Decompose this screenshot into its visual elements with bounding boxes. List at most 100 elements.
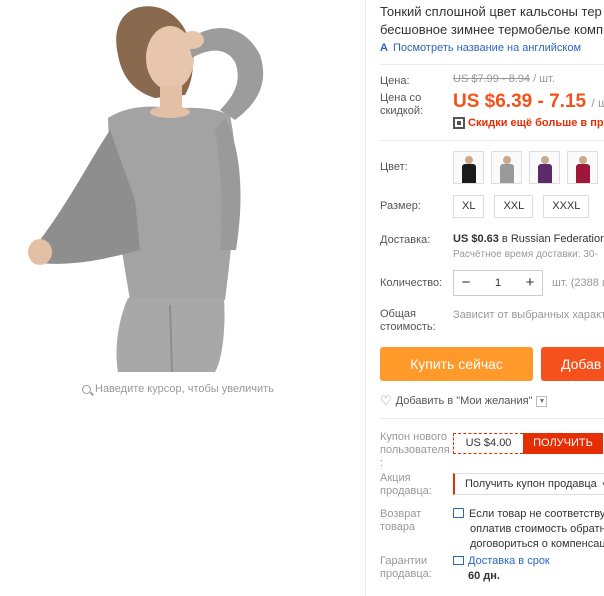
truck-icon — [453, 556, 464, 565]
returns-info: Если товар не соответствует оплатив стои… — [453, 507, 604, 552]
total-label: Общая стоимость: — [380, 308, 436, 334]
promo-label-line2: продавца: — [380, 485, 432, 497]
product-page: Наведите курсор, чтобы увеличить Тонкий … — [0, 0, 604, 596]
old-price: US $7.99 - 8.94 / шт. — [453, 73, 555, 85]
new-user-coupon: US $4.00 ПОЛУЧИТЬ — [453, 433, 603, 454]
product-info: Тонкий сплошной цвет кальсоны тер бесшов… — [380, 0, 604, 596]
chevron-down-icon[interactable]: ▼ — [536, 395, 548, 407]
size-options: XL XXL XXXL — [453, 195, 590, 218]
shipping-info: US $0.63 в Russian Federation — [453, 233, 604, 245]
color-swatch-gray[interactable] — [491, 151, 522, 184]
app-discount-text: Скидки ещё больше в прило — [468, 117, 604, 129]
shipping-price: US $0.63 — [453, 233, 499, 245]
heart-icon: ♡ — [380, 393, 392, 408]
delivery-guarantee-text: Доставка в срок — [468, 555, 550, 567]
quantity-increase-button[interactable]: + — [518, 271, 542, 295]
coupon-value: US $4.00 — [453, 433, 523, 454]
swatch-body — [576, 164, 590, 183]
magnifier-icon — [82, 384, 91, 394]
quantity-label: Количество: — [380, 277, 443, 289]
coupon-label-line3: : — [380, 457, 384, 469]
size-option-xxl[interactable]: XXL — [494, 195, 534, 218]
translate-link-text: Посмотреть название на английском — [392, 42, 582, 54]
color-label: Цвет: — [380, 161, 408, 173]
discount-price-label: Цена со скидкой: — [380, 92, 423, 118]
price-label: Цена: — [380, 75, 410, 87]
sale-price-value: US $6.39 - 7.15 — [453, 91, 587, 112]
color-swatches — [453, 151, 598, 184]
seller-coupon-select-text: Получить купон продавца — [465, 478, 597, 490]
coupon-label-line2: пользователя — [380, 444, 450, 456]
returns-line1-text: Если товар не соответствует — [469, 508, 604, 520]
quantity-input[interactable]: 1 — [478, 277, 518, 289]
app-discount-link[interactable]: Скидки ещё больше в прило — [453, 117, 604, 129]
sale-price: US $6.39 - 7.15 / шт — [453, 91, 604, 113]
buy-now-button[interactable]: Купить сейчас — [380, 347, 533, 381]
zoom-hint-text: Наведите курсор, чтобы увеличить — [95, 383, 274, 395]
guarantee-label: Гарантии продавца: — [380, 555, 432, 581]
qr-code-icon — [453, 117, 465, 129]
color-swatch-black[interactable] — [453, 151, 484, 184]
wishlist-text: Добавить в "Мои желания" — [395, 395, 533, 407]
seller-coupon-select[interactable]: Получить купон продавца▼ — [453, 473, 604, 495]
zoom-hint: Наведите курсор, чтобы увеличить — [82, 383, 274, 395]
guarantee-label-line2: продавца: — [380, 568, 432, 580]
guarantee-label-line1: Гарантии — [380, 555, 428, 567]
actions-separator — [380, 418, 604, 419]
old-price-value: US $7.99 - 8.94 — [453, 73, 531, 85]
translate-link[interactable]: A Посмотреть название на английском — [380, 42, 581, 54]
sale-price-unit: / шт — [591, 96, 604, 110]
product-title: Тонкий сплошной цвет кальсоны тер бесшов… — [380, 3, 604, 39]
old-price-unit: / шт. — [533, 73, 555, 85]
total-label-line1: Общая — [380, 308, 416, 320]
swatch-body — [500, 164, 514, 183]
swatch-body — [538, 164, 552, 183]
discount-price-label-line1: Цена со — [380, 92, 422, 104]
price-separator — [380, 140, 604, 141]
add-to-wishlist[interactable]: ♡ Добавить в "Мои желания" ▼ — [380, 393, 548, 409]
delivery-guarantee: Доставка в срок 60 дн. — [453, 554, 550, 584]
product-main-image[interactable] — [10, 0, 340, 372]
product-gallery: Наведите курсор, чтобы увеличить — [0, 0, 360, 400]
delivery-guarantee-days: 60 дн. — [468, 570, 500, 582]
add-to-cart-button[interactable]: Добав — [541, 347, 604, 381]
coupon-label-line1: Купон нового — [380, 431, 448, 443]
swatch-head — [541, 156, 549, 164]
swatch-head — [503, 156, 511, 164]
column-divider — [365, 0, 366, 596]
shipping-time: Расчётное время доставки: 30- — [453, 249, 598, 260]
return-policy-icon — [453, 508, 464, 518]
title-separator — [380, 64, 604, 65]
size-option-xxxl[interactable]: XXXL — [543, 195, 590, 218]
size-label: Размер: — [380, 200, 421, 212]
size-option-xl[interactable]: XL — [453, 195, 485, 218]
swatch-head — [579, 156, 587, 164]
shipping-label: Доставка: — [380, 234, 431, 246]
translate-icon: A — [380, 42, 388, 54]
quantity-stepper: − 1 + — [453, 270, 543, 296]
color-swatch-purple[interactable] — [529, 151, 560, 184]
returns-label-line2: товара — [380, 521, 416, 533]
swatch-body — [462, 164, 476, 183]
returns-line2: оплатив стоимость обратно — [470, 523, 604, 535]
returns-label-line1: Возврат — [380, 508, 422, 520]
total-label-line2: стоимость: — [380, 321, 436, 333]
shipping-destination[interactable]: в Russian Federation — [499, 233, 604, 245]
product-title-line1: Тонкий сплошной цвет кальсоны тер — [380, 4, 602, 19]
discount-price-label-line2: скидкой: — [380, 105, 424, 117]
delivery-guarantee-line: Доставка в срок — [453, 554, 550, 569]
promo-label-line1: Акция — [380, 472, 411, 484]
get-coupon-button[interactable]: ПОЛУЧИТЬ — [523, 433, 603, 454]
model-illustration — [28, 6, 264, 372]
total-note: Зависит от выбранных характе — [453, 309, 604, 321]
stock-note: шт. (2388 ш — [552, 277, 604, 289]
product-title-line2: бесшовное зимнее термобелье комп — [380, 22, 604, 37]
seller-promo-label: Акция продавца: — [380, 472, 432, 498]
new-user-coupon-label: Купон нового пользователя : — [380, 431, 450, 470]
returns-line3: договориться о компенсаци — [470, 538, 604, 550]
returns-label: Возврат товара — [380, 508, 421, 534]
returns-line1: Если товар не соответствует — [453, 507, 604, 522]
quantity-decrease-button[interactable]: − — [454, 271, 478, 295]
color-swatch-red[interactable] — [567, 151, 598, 184]
swatch-head — [465, 156, 473, 164]
